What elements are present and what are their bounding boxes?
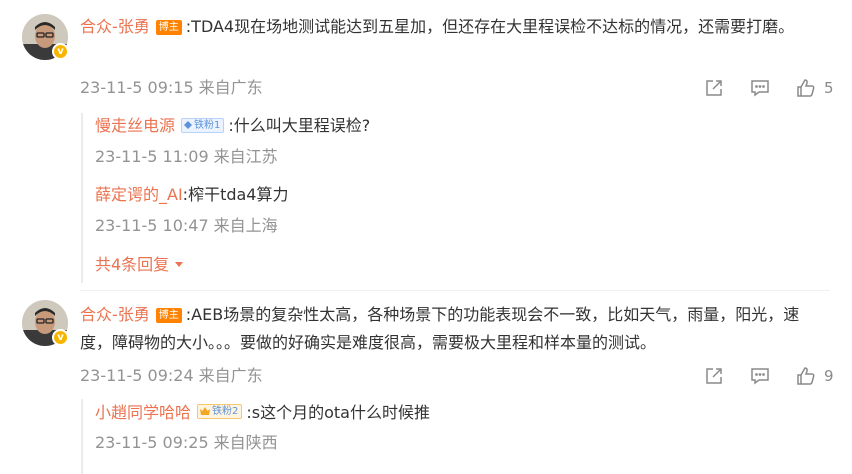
comment-content: :TDA4现在场地测试能达到五星加，但还存在大里程误检不达标的情况，还需要打磨。 (185, 17, 795, 36)
reply-text: 慢走丝电源 铁粉1:什么叫大里程误检? (95, 114, 370, 138)
comment-username[interactable]: 合众-张勇 (80, 17, 150, 36)
share-button[interactable] (704, 78, 750, 98)
blogger-badge: 博主 (155, 308, 182, 323)
comment-text: 合众-张勇 博主:AEB场景的复杂性太高，各种场景下的功能表现会不一致，比如天气，… (80, 301, 825, 357)
reply-location: 来自陕西 (213, 433, 278, 452)
like-count: 9 (824, 367, 834, 385)
reply-content: :什么叫大里程误检? (228, 116, 371, 135)
comment-divider (80, 290, 830, 291)
blogger-badge: 博主 (155, 20, 182, 35)
fan-badge: 铁粉2 (197, 404, 243, 419)
verified-badge-icon: v (52, 43, 69, 60)
share-button[interactable] (704, 366, 750, 386)
reply-meta: 23-11-5 10:47 来自上海 (95, 215, 278, 237)
reply-content: :榨干tda4算力 (182, 185, 289, 204)
comment-location: 来自广东 (198, 366, 263, 385)
comment-time: 23-11-5 09:15 (80, 78, 194, 97)
comment-actions: 9 (704, 364, 834, 388)
reply-text: 薛定谔的_AI:榨干tda4算力 (95, 183, 288, 207)
comment-username[interactable]: 合众-张勇 (80, 305, 150, 324)
reply-list: 慢走丝电源 铁粉1:什么叫大里程误检? 23-11-5 11:09 来自江苏 薛定谔… (81, 113, 823, 283)
like-button[interactable]: 9 (796, 366, 834, 386)
comment-icon (751, 80, 769, 97)
share-icon (706, 80, 722, 96)
reply-meta: 23-11-5 09:25 来自陕西 (95, 432, 278, 454)
comment-text: 合众-张勇 博主:TDA4现在场地测试能达到五星加，但还存在大里程误检不达标的情况… (80, 13, 825, 41)
like-icon (797, 367, 815, 385)
comment-meta: 23-11-5 09:24 来自广东 (80, 365, 263, 387)
more-replies-label: 共4条回复 (95, 255, 170, 274)
fan-badge: 铁粉1 (181, 117, 225, 133)
reply-content: :s这个月的ota什么时候推 (246, 403, 430, 422)
reply-username[interactable]: 薛定谔的_AI (95, 185, 183, 204)
reply-time: 23-11-5 09:25 (95, 433, 209, 452)
reply-meta: 23-11-5 11:09 来自江苏 (95, 146, 278, 168)
comment-location: 来自广东 (198, 78, 263, 97)
diamond-icon (184, 121, 193, 129)
comment-icon (751, 368, 769, 385)
reply-username[interactable]: 慢走丝电源 (95, 116, 175, 135)
reply-list: 小趙同学哈哈 铁粉2:s这个月的ota什么时候推 23-11-5 09:25 来自陕… (81, 399, 823, 474)
caret-down-icon (175, 262, 184, 267)
comment-content: :AEB场景的复杂性太高，各种场景下的功能表现会不一致，比如天气，雨量，阳光，速… (80, 305, 800, 352)
reply-text: 小趙同学哈哈 铁粉2:s这个月的ota什么时候推 (95, 401, 430, 425)
like-button[interactable]: 5 (796, 78, 834, 98)
comment-actions: 5 (704, 76, 834, 100)
reply-location: 来自江苏 (213, 147, 278, 166)
crown-icon (200, 407, 211, 415)
more-replies-link[interactable]: 共4条回复 (95, 254, 184, 276)
like-count: 5 (824, 79, 834, 97)
reply-time: 23-11-5 10:47 (95, 216, 209, 235)
comment-button[interactable] (750, 78, 796, 98)
share-icon (706, 368, 722, 384)
comment-time: 23-11-5 09:24 (80, 366, 194, 385)
reply-time: 23-11-5 11:09 (95, 147, 209, 166)
reply-username[interactable]: 小趙同学哈哈 (95, 403, 191, 422)
verified-badge-icon: v (52, 329, 69, 346)
comment-meta: 23-11-5 09:15 来自广东 (80, 77, 263, 99)
comment-button[interactable] (750, 366, 796, 386)
reply-location: 来自上海 (213, 216, 278, 235)
like-icon (797, 79, 815, 97)
